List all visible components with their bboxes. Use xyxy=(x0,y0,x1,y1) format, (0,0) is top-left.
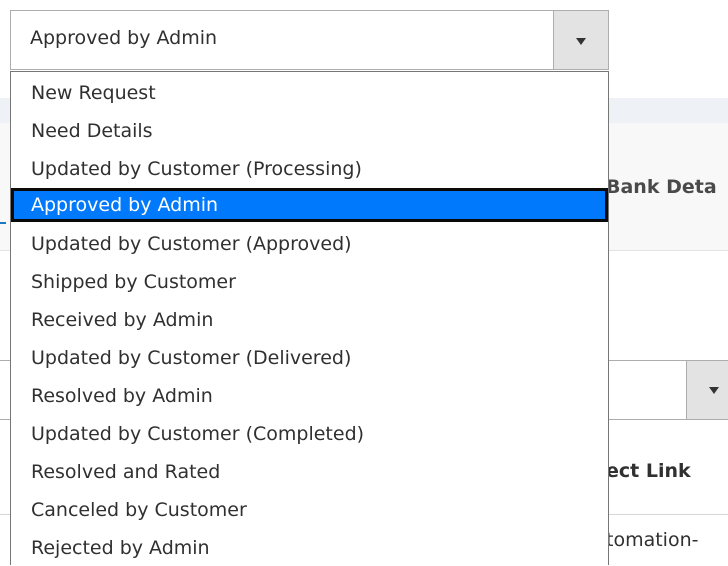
status-select-toggle[interactable] xyxy=(553,11,608,69)
active-tab-indicator xyxy=(0,222,6,224)
dropdown-option[interactable]: Rejected by Admin xyxy=(11,531,608,565)
status-dropdown-list: New Request Need Details Updated by Cust… xyxy=(10,71,609,565)
status-select-value: Approved by Admin xyxy=(30,27,218,49)
dropdown-option[interactable]: Updated by Customer (Approved) xyxy=(11,227,608,261)
secondary-select-button[interactable] xyxy=(686,361,728,419)
chevron-down-icon xyxy=(576,38,586,45)
dropdown-option[interactable]: Canceled by Customer xyxy=(11,493,608,527)
table-cell: tomation- xyxy=(606,529,699,551)
dropdown-option[interactable]: Updated by Customer (Processing) xyxy=(11,152,608,186)
tab-bank-details[interactable]: Bank Deta xyxy=(606,176,717,198)
dropdown-option[interactable]: Received by Admin xyxy=(11,303,608,337)
dropdown-option-selected[interactable]: Approved by Admin xyxy=(11,188,608,222)
table-column-header: ect Link xyxy=(606,460,691,482)
dropdown-option[interactable]: Need Details xyxy=(11,114,608,148)
dropdown-option[interactable]: Updated by Customer (Delivered) xyxy=(11,341,608,375)
dropdown-option[interactable]: Resolved by Admin xyxy=(11,379,608,413)
dropdown-option[interactable]: Shipped by Customer xyxy=(11,265,608,299)
dropdown-option[interactable]: New Request xyxy=(11,76,608,110)
chevron-down-icon xyxy=(709,387,719,394)
dropdown-option[interactable]: Updated by Customer (Completed) xyxy=(11,417,608,451)
dropdown-option[interactable]: Resolved and Rated xyxy=(11,455,608,489)
status-select[interactable]: Approved by Admin xyxy=(10,10,609,70)
